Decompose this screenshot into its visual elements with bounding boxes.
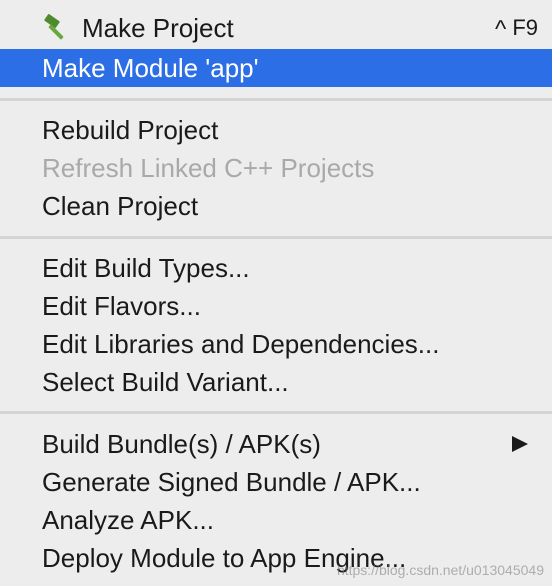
menu-item-generate-signed[interactable]: Generate Signed Bundle / APK... [0, 463, 552, 501]
triangle-right-icon [512, 436, 528, 452]
menu-item-label: Edit Flavors... [42, 290, 201, 321]
menu-item-label: Select Build Variant... [42, 366, 289, 397]
menu-item-label: Make Project [82, 12, 234, 43]
menu-item-label: Edit Build Types... [42, 252, 250, 283]
menu-item-label: Make Module 'app' [42, 52, 259, 83]
menu-item-make-project[interactable]: Make Project ^ F9 [0, 9, 552, 47]
menu-item-label: Analyze APK... [42, 504, 214, 535]
menu-item-refresh-linked-cpp: Refresh Linked C++ Projects [0, 149, 552, 187]
watermark-text: https://blog.csdn.net/u013045049 [336, 562, 544, 578]
menu-item-label: Clean Project [42, 190, 199, 221]
menu-item-edit-libraries[interactable]: Edit Libraries and Dependencies... [0, 325, 552, 363]
menu-item-make-module[interactable]: Make Module 'app' [0, 49, 552, 87]
menu-item-analyze-apk[interactable]: Analyze APK... [0, 501, 552, 539]
menu-item-build-bundle[interactable]: Build Bundle(s) / APK(s) [0, 425, 552, 463]
menu-item-label: Refresh Linked C++ Projects [42, 152, 375, 183]
menu-item-rebuild-project[interactable]: Rebuild Project [0, 111, 552, 149]
hammer-icon [44, 14, 64, 40]
menu-item-label: Edit Libraries and Dependencies... [42, 328, 440, 359]
build-menu: Make Project ^ F9 Make Module 'app' Rebu… [0, 0, 552, 586]
menu-item-label: Build Bundle(s) / APK(s) [42, 428, 321, 459]
menu-item-label: Rebuild Project [42, 114, 219, 145]
menu-item-edit-flavors[interactable]: Edit Flavors... [0, 287, 552, 325]
menu-separator [0, 98, 552, 101]
menu-separator [0, 236, 552, 239]
menu-item-label: Generate Signed Bundle / APK... [42, 466, 421, 497]
menu-item-select-build-variant[interactable]: Select Build Variant... [0, 363, 552, 401]
menu-item-clean-project[interactable]: Clean Project [0, 187, 552, 225]
shortcut-label: ^ F9 [495, 15, 538, 43]
menu-item-edit-build-types[interactable]: Edit Build Types... [0, 249, 552, 287]
menu-separator [0, 411, 552, 414]
control-key-symbol: ^ [495, 16, 507, 43]
